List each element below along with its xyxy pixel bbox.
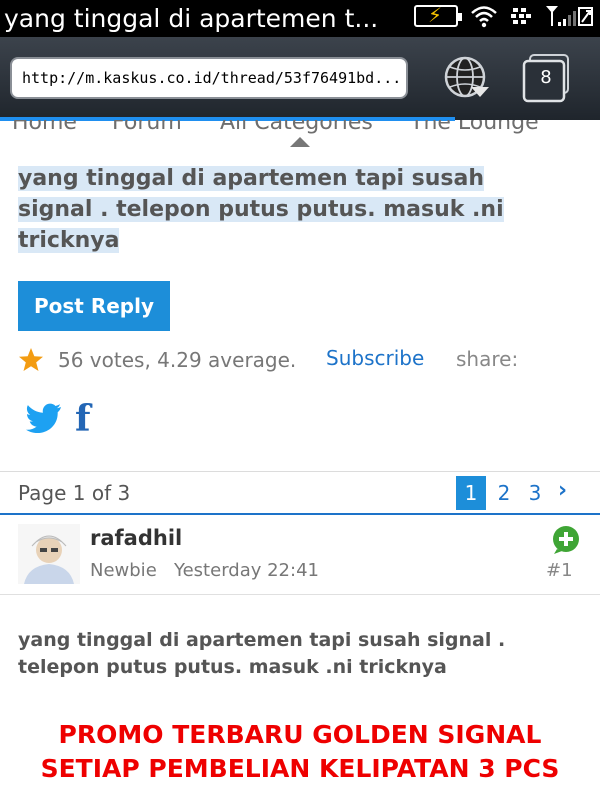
page-link-3[interactable]: 3: [520, 476, 550, 510]
status-bar: yang tinggal di apartemen t... ⚡: [0, 0, 600, 37]
url-field[interactable]: http://m.kaskus.co.id/thread/53f76491bd.…: [10, 57, 408, 99]
nav-item-forum[interactable]: Forum: [112, 120, 182, 135]
post-body: yang tinggal di apartemen tapi susah sig…: [18, 629, 506, 678]
promo-line-2: SETIAP PEMBELIAN KELIPATAN 3 PCS: [40, 754, 560, 783]
post-number[interactable]: #1: [546, 560, 573, 581]
post-username[interactable]: rafadhil: [90, 526, 182, 550]
post-reply-button[interactable]: Post Reply: [18, 281, 170, 331]
subscribe-link[interactable]: Subscribe: [326, 346, 424, 370]
promo-line-1: PROMO TERBARU GOLDEN SIGNAL: [58, 720, 542, 749]
nav-item-all-categories[interactable]: All Categories: [220, 120, 373, 135]
plus-icon[interactable]: [551, 525, 581, 555]
battery-charging-icon: ⚡: [414, 4, 462, 27]
post-divider: [0, 594, 600, 595]
rating-text: 56 votes, 4.29 average.: [58, 348, 297, 372]
nav-item-the-lounge[interactable]: The Lounge: [410, 120, 539, 135]
user-rank: Newbie: [90, 560, 157, 581]
page-link-2[interactable]: 2: [489, 476, 519, 510]
rating-row: 56 votes, 4.29 average.: [18, 345, 296, 375]
status-icons: ⚡: [414, 4, 594, 28]
star-icon: [19, 348, 43, 371]
next-page-icon[interactable]: ›: [558, 478, 567, 503]
browser-toolbar: http://m.kaskus.co.id/thread/53f76491bd.…: [0, 37, 600, 120]
facebook-icon[interactable]: f: [75, 398, 91, 440]
globe-icon[interactable]: [443, 55, 493, 105]
signal-icon: [546, 6, 593, 26]
thread-title: yang tinggal di apartemen tapi susah sig…: [18, 166, 504, 253]
post-timestamp: Yesterday 22:41: [174, 560, 319, 581]
twitter-icon[interactable]: [26, 403, 62, 433]
nav-item-home[interactable]: Home: [12, 120, 77, 135]
nav-caret-icon: [290, 137, 310, 147]
avatar: [18, 524, 80, 584]
wifi-icon: [471, 6, 497, 28]
pagination-bar: Page 1 of 3 1 2 3 ›: [0, 471, 600, 515]
bbm-icon: [511, 8, 531, 24]
share-label: share:: [456, 347, 519, 371]
page-indicator: Page 1 of 3: [18, 481, 131, 505]
status-title: yang tinggal di apartemen t...: [4, 4, 379, 33]
tab-count: 8: [540, 67, 552, 88]
tabs-button[interactable]: 8: [520, 53, 572, 105]
page-link-1[interactable]: 1: [456, 476, 486, 510]
promo-text: PROMO TERBARU GOLDEN SIGNAL SETIAP PEMBE…: [0, 718, 600, 786]
